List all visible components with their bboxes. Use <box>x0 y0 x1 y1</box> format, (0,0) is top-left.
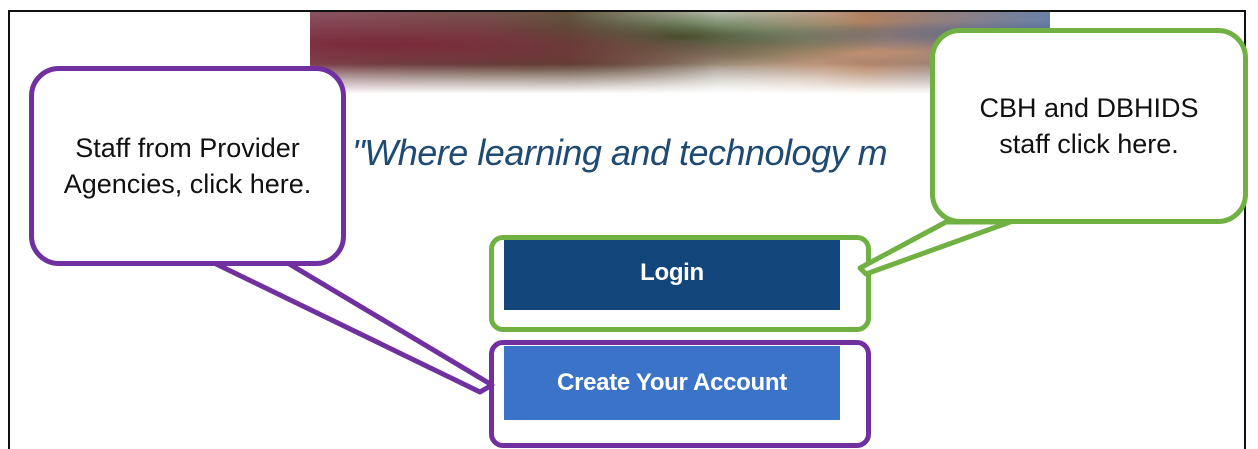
cbh-callout-line-2: staff click here. <box>999 129 1179 159</box>
cbh-staff-callout: CBH and DBHIDS staff click here. <box>930 28 1248 224</box>
purple-callout-pointer <box>209 259 495 395</box>
provider-staff-callout: Staff from Provider Agencies, click here… <box>29 66 346 266</box>
provider-callout-line-2: Agencies, click here. <box>63 169 312 199</box>
cbh-callout-line-1: CBH and DBHIDS <box>979 92 1199 123</box>
green-callout-pointer <box>857 219 1013 277</box>
provider-callout-line-1: Staff from Provider <box>75 132 300 163</box>
